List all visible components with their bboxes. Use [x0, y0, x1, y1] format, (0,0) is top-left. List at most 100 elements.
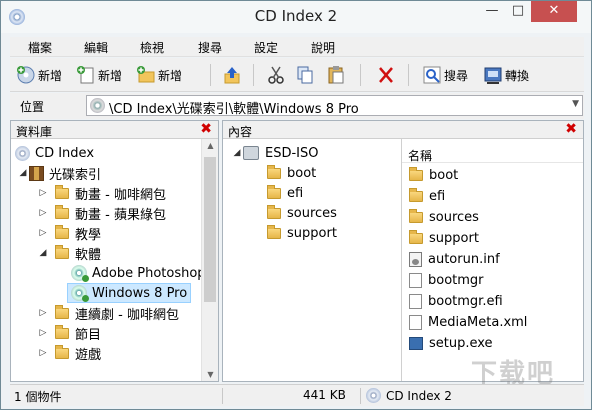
list-item-label: sources	[429, 209, 479, 225]
list-item[interactable]: sources	[409, 207, 479, 227]
tree-disc-item[interactable]: Adobe Photoshop	[71, 263, 206, 283]
chevron-down-icon[interactable]: ▼	[572, 99, 579, 109]
status-bar: 1 個物件 441 KB CD Index 2	[10, 384, 584, 406]
convert-icon	[483, 65, 503, 85]
add-folder-button[interactable]: 新增	[136, 62, 182, 88]
add-disc-button[interactable]: 新增	[16, 62, 62, 88]
copy-button[interactable]	[295, 62, 315, 88]
toolbar-separator	[253, 64, 254, 86]
list-item[interactable]: efi	[409, 186, 445, 206]
disc-icon	[15, 145, 30, 161]
disc-icon	[71, 265, 89, 282]
close-icon[interactable]: ✖	[565, 121, 577, 137]
contents-panel: 內容 ✖ ◢ ESD-ISO boot efi sources support …	[222, 120, 584, 382]
search-icon	[422, 65, 442, 85]
close-icon[interactable]: ✖	[200, 121, 212, 137]
folder-icon	[267, 164, 281, 179]
toolbar: 新增 新增 新增 搜尋 轉換	[10, 58, 584, 92]
menu-file[interactable]: 檔案	[28, 39, 52, 56]
minimize-button[interactable]: —	[479, 1, 505, 22]
folder-icon	[55, 204, 69, 219]
folder-node[interactable]: boot	[267, 163, 316, 183]
list-item[interactable]: autorun.inf	[409, 249, 500, 269]
folder-icon	[409, 229, 423, 244]
list-item[interactable]: bootmgr	[409, 270, 484, 290]
pane-splitter[interactable]	[401, 139, 402, 381]
settings-file-icon	[409, 251, 422, 267]
expand-arrow-icon[interactable]: ▷	[37, 308, 49, 318]
database-panel-header: 資料庫 ✖	[11, 121, 218, 139]
list-item[interactable]: setup.exe	[409, 333, 493, 353]
tree-item-label: 動畫 - 蘋果綠包	[75, 207, 166, 223]
cut-button[interactable]	[266, 62, 286, 88]
database-panel: 資料庫 ✖ CD Index ◢ 光碟索引 ▷ 動畫 - 咖啡網包 ▷ 動畫 -…	[10, 120, 219, 382]
tree-item[interactable]: ◢ 軟體	[37, 243, 101, 263]
tree-root-label: CD Index	[35, 145, 95, 161]
scroll-up-icon[interactable]: ▲	[202, 141, 219, 150]
folder-node-label: sources	[287, 205, 337, 221]
menu-search[interactable]: 搜尋	[198, 39, 222, 56]
menu-view[interactable]: 檢視	[140, 39, 164, 56]
column-header-name[interactable]: 名稱	[402, 143, 583, 163]
status-db: CD Index 2	[366, 388, 452, 403]
convert-button[interactable]: 轉換	[483, 62, 529, 88]
disc-icon	[366, 388, 381, 403]
expand-arrow-icon[interactable]: ▷	[37, 348, 49, 358]
collapse-arrow-icon[interactable]: ◢	[17, 168, 29, 178]
scroll-down-icon[interactable]: ▼	[202, 370, 219, 379]
tree-item[interactable]: ▷ 遊戲	[37, 343, 101, 363]
convert-label: 轉換	[505, 68, 530, 83]
disc-node-label: ESD-ISO	[265, 145, 319, 161]
disc-node[interactable]: ◢ ESD-ISO	[231, 143, 319, 163]
add-file-button[interactable]: 新增	[76, 62, 122, 88]
title-bar: CD Index 2 — □ ✕	[1, 1, 591, 33]
collapse-arrow-icon[interactable]: ◢	[37, 248, 49, 258]
close-button[interactable]: ✕	[531, 1, 577, 22]
list-item-label: efi	[429, 188, 446, 204]
tree-item[interactable]: ▷ 動畫 - 蘋果綠包	[37, 203, 166, 223]
list-item[interactable]: support	[409, 228, 479, 248]
tree-item[interactable]: ▷ 動畫 - 咖啡網包	[37, 183, 166, 203]
menu-help[interactable]: 說明	[311, 39, 335, 56]
folder-icon	[55, 224, 69, 239]
expand-arrow-icon[interactable]: ▷	[37, 328, 49, 338]
folder-icon	[55, 344, 69, 359]
expand-arrow-icon[interactable]: ▷	[37, 188, 49, 198]
clipboard-icon	[326, 65, 346, 85]
move-up-button[interactable]	[222, 62, 242, 88]
folder-node[interactable]: support	[267, 223, 337, 243]
tree-root[interactable]: CD Index	[15, 143, 94, 163]
add-file-icon	[76, 65, 96, 85]
folder-node[interactable]: efi	[267, 183, 303, 203]
folder-icon	[409, 166, 423, 181]
tree-item-label: 連續劇 - 咖啡網包	[75, 307, 179, 323]
folder-icon	[267, 224, 281, 239]
delete-button[interactable]	[376, 62, 396, 88]
folder-node-label: boot	[287, 165, 317, 181]
tree-item-label: 教學	[75, 227, 102, 243]
folder-node[interactable]: sources	[267, 203, 337, 223]
list-item-label: setup.exe	[429, 335, 493, 351]
expand-arrow-icon[interactable]: ▷	[37, 228, 49, 238]
search-button[interactable]: 搜尋	[422, 62, 468, 88]
maximize-button[interactable]: □	[505, 1, 531, 22]
collapse-arrow-icon[interactable]: ◢	[231, 148, 243, 158]
vertical-scrollbar[interactable]: ▲ ▼	[201, 139, 218, 381]
list-item[interactable]: boot	[409, 165, 458, 185]
tree-item[interactable]: ▷ 教學	[37, 223, 101, 243]
list-item[interactable]: MediaMeta.xml	[409, 312, 527, 332]
address-field[interactable]: \CD Index\光碟索引\軟體\Windows 8 Pro ▼	[86, 95, 583, 117]
tree-item[interactable]: ▷ 連續劇 - 咖啡網包	[37, 303, 179, 323]
menu-bar: 檔案 編輯 檢視 搜尋 設定 說明	[10, 37, 584, 57]
tree-disc-item-selected[interactable]: Windows 8 Pro	[67, 283, 192, 303]
tree-item[interactable]: ▷ 節目	[37, 323, 101, 343]
menu-edit[interactable]: 編輯	[84, 39, 108, 56]
expand-arrow-icon[interactable]: ▷	[37, 208, 49, 218]
paste-button[interactable]	[326, 62, 346, 88]
list-item-label: bootmgr.efi	[428, 293, 503, 309]
exe-icon	[409, 336, 423, 350]
menu-settings[interactable]: 設定	[254, 39, 278, 56]
scrollbar-thumb[interactable]	[204, 157, 216, 302]
list-item[interactable]: bootmgr.efi	[409, 291, 503, 311]
tree-group[interactable]: ◢ 光碟索引	[17, 163, 101, 183]
